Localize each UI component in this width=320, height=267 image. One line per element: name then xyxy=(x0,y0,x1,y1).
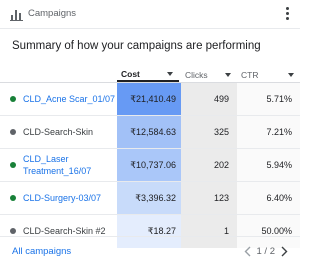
clicks-cell: 123 xyxy=(181,181,237,215)
cost-cell: ₹12,584.63 xyxy=(117,115,181,149)
dropdown-arrow-icon[interactable] xyxy=(167,71,173,76)
campaign-link[interactable]: CLD-Surgery-03/07 xyxy=(23,192,101,204)
header-clicks[interactable]: Clicks xyxy=(181,68,237,83)
summary-title: Summary of how your campaigns are perfor… xyxy=(12,40,261,52)
clicks-cell: 499 xyxy=(181,82,237,116)
table-row: CLD-Surgery-03/07 ₹3,396.32 123 6.40% xyxy=(0,181,300,215)
page-indicator: 1 / 2 xyxy=(256,245,276,257)
campaign-name: CLD-Search-Skin xyxy=(23,127,94,137)
dropdown-arrow-icon[interactable] xyxy=(225,73,231,77)
status-dot-icon xyxy=(10,96,16,102)
cost-cell: ₹3,396.32 xyxy=(117,181,181,215)
ctr-cell: 7.21% xyxy=(237,115,300,149)
table-row: CLD_Acne Scar_01/07 ₹21,410.49 499 5.71% xyxy=(0,82,300,116)
ctr-cell: 5.71% xyxy=(237,82,300,116)
card-header: Campaigns xyxy=(0,0,300,29)
more-vert-icon[interactable] xyxy=(283,6,291,22)
campaign-cell: CLD_Laser Treatment_16/07 xyxy=(0,148,117,182)
header-clicks-label: Clicks xyxy=(185,70,208,80)
bar-chart-icon xyxy=(10,10,23,21)
header-ctr[interactable]: CTR xyxy=(237,68,300,83)
header-cost[interactable]: Cost xyxy=(117,68,181,83)
clicks-cell: 202 xyxy=(181,148,237,182)
campaign-cell: CLD_Acne Scar_01/07 xyxy=(0,82,117,116)
header-campaign xyxy=(0,68,117,83)
pagination: 1 / 2 xyxy=(242,244,291,258)
status-dot-icon xyxy=(10,195,16,201)
status-dot-icon xyxy=(10,129,16,135)
campaign-link[interactable]: CLD_Laser Treatment_16/07 xyxy=(23,153,91,177)
chevron-right-icon[interactable] xyxy=(278,244,290,258)
status-dot-icon xyxy=(10,162,16,168)
cost-cell: ₹21,410.49 xyxy=(117,82,181,116)
all-campaigns-link[interactable]: All campaigns xyxy=(12,246,71,257)
campaign-cell: CLD-Surgery-03/07 xyxy=(0,181,117,215)
table-row: CLD_Laser Treatment_16/07 ₹10,737.06 202 … xyxy=(0,148,300,182)
campaign-cell: CLD-Search-Skin xyxy=(0,115,117,149)
header-ctr-label: CTR xyxy=(241,70,259,80)
clicks-cell: 325 xyxy=(181,115,237,149)
cost-cell: ₹10,737.06 xyxy=(117,148,181,182)
card-title: Campaigns xyxy=(28,8,77,19)
status-dot-icon xyxy=(10,228,16,235)
table-row: CLD-Search-Skin ₹12,584.63 325 7.21% xyxy=(0,115,300,149)
campaigns-table: Cost Clicks CTR CLD_Acne Scar_01/07 ₹21,… xyxy=(0,68,300,248)
campaigns-card: Campaigns Summary of how your campaigns … xyxy=(0,0,300,266)
header-cost-label: Cost xyxy=(121,68,140,79)
campaign-link[interactable]: CLD_Acne Scar_01/07 xyxy=(23,93,115,105)
card-footer: All campaigns 1 / 2 xyxy=(0,236,300,267)
chevron-left-icon[interactable] xyxy=(242,244,254,258)
table-header-row: Cost Clicks CTR xyxy=(0,68,300,83)
ctr-cell: 5.94% xyxy=(237,148,300,182)
dropdown-arrow-icon[interactable] xyxy=(288,73,294,77)
ctr-cell: 6.40% xyxy=(237,181,300,215)
